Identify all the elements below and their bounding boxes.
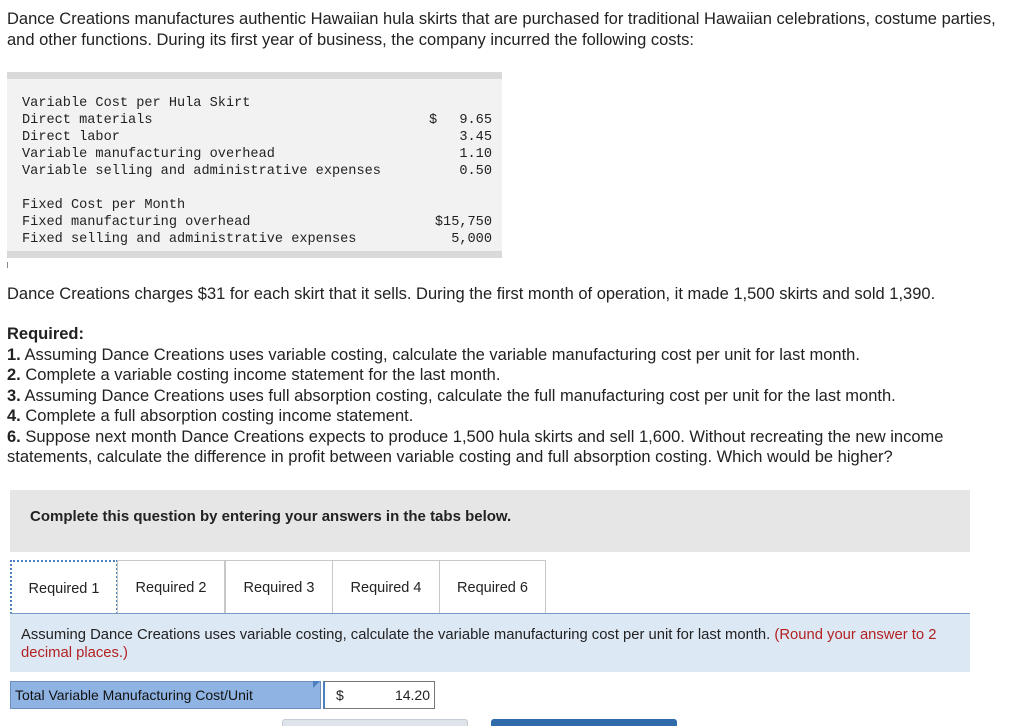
table-divider-tick	[7, 262, 8, 268]
fixed-cost-heading: Fixed Cost per Month	[22, 198, 186, 213]
input-flag-icon	[313, 681, 320, 688]
required-item: 1. Assuming Dance Creations uses variabl…	[7, 346, 860, 364]
tab-required-6[interactable]: Required 6	[439, 560, 546, 614]
instruction-text: Complete this question by entering your …	[30, 508, 512, 525]
tab-required-4[interactable]: Required 4	[332, 560, 440, 614]
required-item: 3. Assuming Dance Creations uses full ab…	[7, 386, 896, 405]
next-button[interactable]	[491, 719, 677, 726]
tab-required-3[interactable]: Required 3	[225, 560, 333, 614]
pricing-paragraph: Dance Creations charges $31 for each ski…	[7, 285, 936, 303]
cost-table: Variable Cost per Hula Skirt Direct mate…	[7, 72, 502, 258]
answer-label: Total Variable Manufacturing Cost/Unit	[10, 681, 321, 709]
tab-required-1[interactable]: Required 1	[10, 560, 118, 614]
required-item: 4. Complete a full absorption costing in…	[7, 407, 414, 426]
problem-intro: Dance Creations manufactures authentic H…	[7, 10, 996, 49]
required-item: 2. Complete a variable costing income st…	[7, 366, 501, 385]
answer-value: 14.20	[394, 687, 430, 703]
required-item: 6. Suppose next month Dance Creations ex…	[7, 427, 944, 467]
cost-row-direct-materials: Direct materials $ 9.65	[22, 113, 492, 128]
required-list: 1. Assuming Dance Creations uses variabl…	[7, 345, 1019, 467]
required-heading: Required:	[7, 325, 85, 343]
answer-input[interactable]: $ 14.20	[323, 681, 435, 709]
answer-panel: Assuming Dance Creations uses variable c…	[10, 614, 970, 672]
cost-row-variable-mfg-overhead: Variable manufacturing overhead 1.10	[22, 147, 492, 162]
cost-row-fixed-selling-admin: Fixed selling and administrative expense…	[22, 232, 492, 247]
variable-cost-heading: Variable Cost per Hula Skirt	[22, 96, 251, 111]
panel-question: Assuming Dance Creations uses variable c…	[21, 627, 937, 661]
prev-button[interactable]	[282, 719, 468, 726]
cost-row-direct-labor: Direct labor 3.45	[22, 130, 492, 145]
answer-currency: $	[336, 687, 344, 703]
instruction-box: Complete this question by entering your …	[10, 490, 970, 552]
cost-row-fixed-mfg-overhead: Fixed manufacturing overhead $15,750	[22, 215, 492, 230]
tab-required-2[interactable]: Required 2	[117, 560, 225, 614]
cost-row-variable-selling-admin: Variable selling and administrative expe…	[22, 164, 492, 179]
